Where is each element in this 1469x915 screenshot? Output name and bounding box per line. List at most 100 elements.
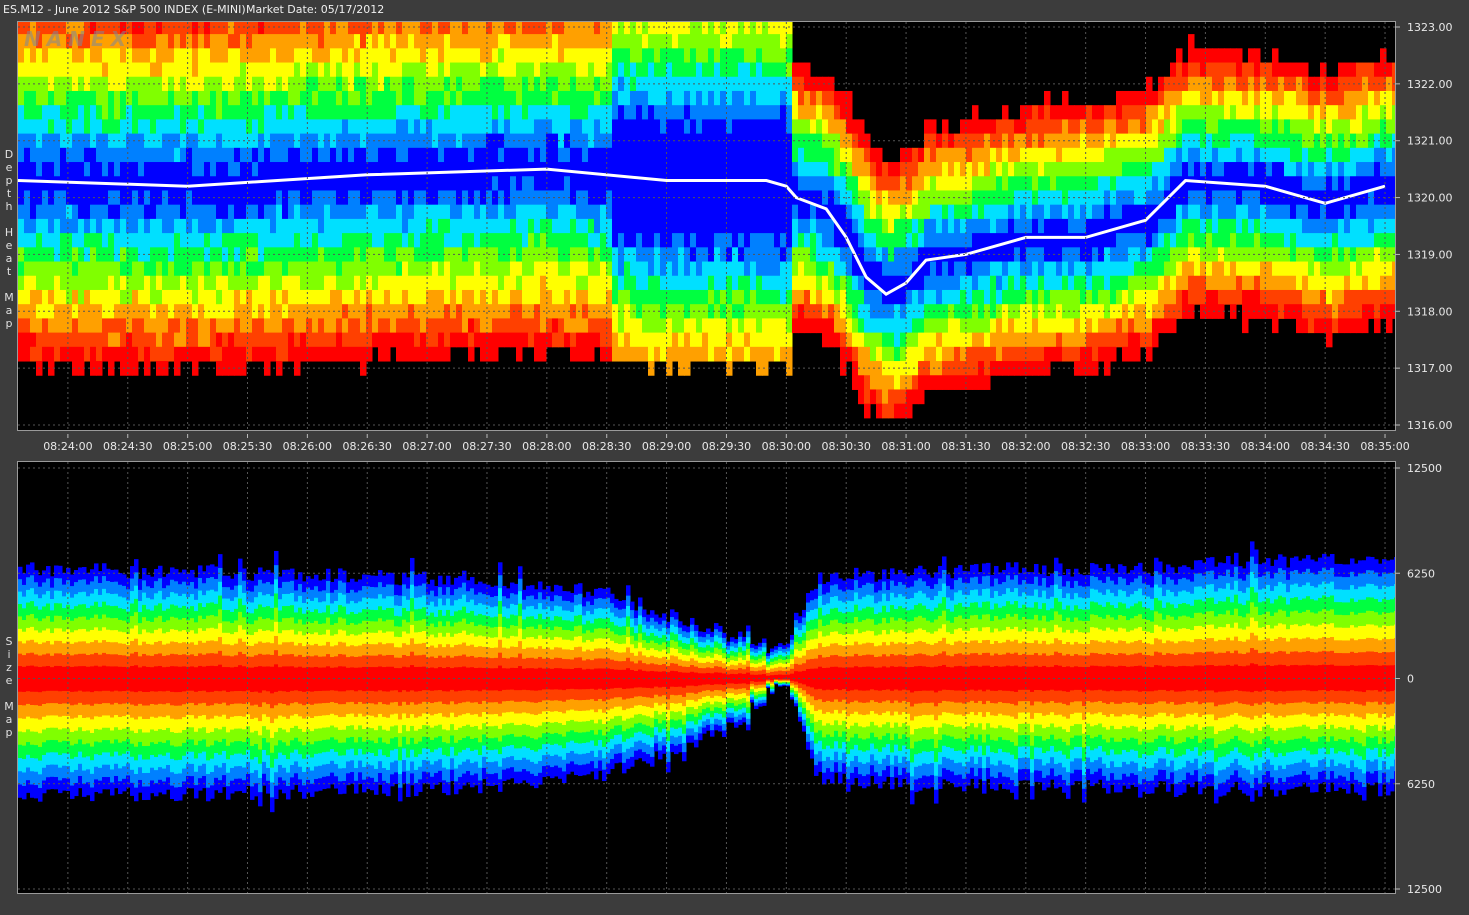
heat-cell: [1224, 233, 1231, 248]
heat-cell: [162, 90, 169, 106]
heat-cell: [774, 90, 781, 106]
heat-cell: [1026, 332, 1033, 348]
heat-cell: [180, 275, 187, 291]
heat-cell: [132, 147, 139, 163]
heat-cell: [582, 332, 589, 348]
heat-cell: [936, 318, 943, 334]
heat-cell: [540, 204, 547, 220]
heat-cell: [168, 22, 175, 35]
heat-cell: [1158, 275, 1165, 291]
heat-cell: [504, 318, 511, 334]
heat-cell: [564, 48, 571, 64]
heat-cell: [630, 48, 637, 64]
heat-cell: [1182, 247, 1189, 263]
heat-cell: [468, 162, 475, 177]
heat-cell: [918, 389, 925, 405]
heat-cell: [492, 304, 499, 319]
heat-cell: [702, 261, 709, 277]
heat-cell: [90, 147, 97, 163]
heat-cell: [156, 218, 163, 234]
heat-cell: [948, 332, 955, 348]
heat-cell: [684, 218, 691, 234]
heat-cell: [1092, 162, 1099, 177]
heat-cell: [1254, 218, 1261, 234]
heat-cell: [984, 346, 991, 362]
heat-cell: [510, 233, 517, 248]
heat-cell: [114, 62, 121, 78]
heat-cell: [480, 147, 487, 163]
heat-cell: [828, 105, 835, 120]
heat-cell: [1332, 218, 1339, 234]
heat-cell: [654, 90, 661, 106]
heat-cell: [144, 218, 151, 234]
heat-cell: [894, 375, 901, 390]
heat-cell: [1080, 233, 1087, 248]
heat-cell: [516, 105, 523, 120]
heat-cell: [864, 204, 871, 220]
heat-cell: [618, 218, 625, 234]
heat-cell: [336, 233, 343, 248]
heat-cell: [156, 119, 163, 135]
heat-cell: [402, 22, 409, 35]
heat-cell: [210, 119, 217, 135]
heat-cell: [1134, 119, 1141, 135]
heat-cell: [414, 332, 421, 348]
heat-cell: [846, 105, 853, 120]
heat-cell: [804, 105, 811, 120]
heat-cell: [312, 346, 319, 362]
heat-cell: [1050, 204, 1057, 220]
heat-cell: [234, 275, 241, 291]
heat-cell: [258, 48, 265, 64]
heat-cell: [414, 275, 421, 291]
heat-cell: [1272, 119, 1279, 135]
heat-cell: [798, 162, 805, 177]
heat-cell: [1284, 105, 1291, 120]
heat-cell: [714, 62, 721, 78]
heat-cell: [396, 176, 403, 191]
heat-cell: [654, 62, 661, 78]
heat-cell: [612, 304, 619, 319]
heat-cell: [1302, 162, 1309, 177]
heat-cell: [1026, 105, 1033, 120]
heat-cell: [1302, 62, 1309, 78]
heat-cell: [294, 233, 301, 248]
heat-cell: [258, 346, 265, 362]
heat-cell: [324, 261, 331, 277]
depth-heat-map-plot[interactable]: [18, 22, 1395, 430]
heat-cell: [318, 275, 325, 291]
heat-cell: [180, 218, 187, 234]
heat-cell: [414, 233, 421, 248]
heat-cell: [1374, 233, 1381, 248]
heat-cell: [360, 289, 367, 305]
heat-cell: [132, 119, 139, 135]
heat-cell: [882, 190, 889, 206]
heat-cell: [636, 318, 643, 334]
heat-cell: [282, 90, 289, 106]
heat-cell: [306, 62, 313, 78]
heat-cell: [1128, 318, 1135, 334]
heat-cell: [1284, 218, 1291, 234]
heat-cell: [120, 105, 127, 120]
heat-cell: [642, 204, 649, 220]
heat-cell: [462, 190, 469, 206]
heat-cell: [744, 318, 751, 334]
side-label-char: z: [6, 661, 12, 674]
heat-cell: [1302, 233, 1309, 248]
depth-heat-map-panel[interactable]: [17, 21, 1396, 431]
heat-cell: [1242, 275, 1249, 291]
heat-cell: [534, 105, 541, 120]
heat-cell: [1050, 119, 1057, 135]
heat-cell: [222, 346, 229, 362]
heat-cell: [1002, 304, 1009, 319]
heat-cell: [372, 48, 379, 64]
heat-cell: [72, 105, 79, 120]
heat-cell: [402, 218, 409, 234]
heat-cell: [684, 289, 691, 305]
heat-cell: [942, 119, 949, 135]
heat-cell: [318, 204, 325, 220]
heat-cell: [420, 34, 427, 49]
heat-cell: [744, 289, 751, 305]
heat-cell: [234, 48, 241, 64]
heat-cell: [774, 261, 781, 277]
heat-cell: [138, 119, 145, 135]
